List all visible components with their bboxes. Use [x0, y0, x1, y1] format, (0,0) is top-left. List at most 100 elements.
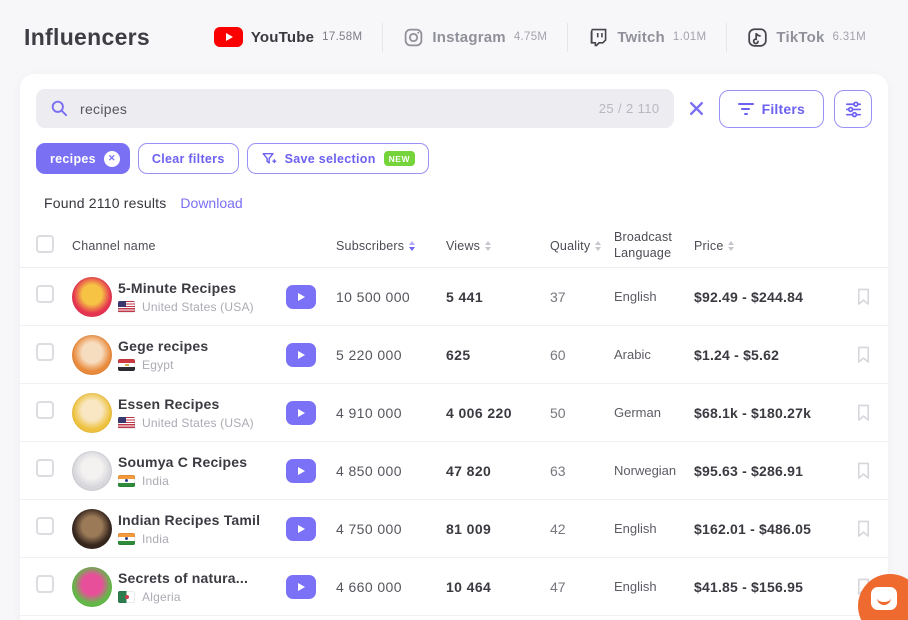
views-value: 625	[446, 347, 550, 363]
country-flag-icon	[118, 533, 135, 545]
channel-avatar[interactable]	[72, 567, 112, 607]
country-label: Algeria	[142, 590, 181, 604]
price-value: $68.1k - $180.27k	[694, 405, 840, 421]
row-checkbox[interactable]	[36, 575, 54, 593]
platform-tab-label: Instagram	[432, 29, 506, 46]
quality-value: 37	[550, 289, 614, 305]
subscribers-value: 5 220 000	[336, 347, 446, 363]
views-value: 81 009	[446, 521, 550, 537]
country-label: India	[142, 532, 169, 546]
header-channel-name: Channel name	[72, 239, 286, 253]
header-subscribers[interactable]: Subscribers	[336, 239, 446, 253]
remove-chip-icon[interactable]: ✕	[104, 151, 120, 167]
channel-avatar[interactable]	[72, 335, 112, 375]
quality-value: 42	[550, 521, 614, 537]
table-row: Secrets of natura... Algeria 4 660 000 1…	[20, 558, 888, 616]
search-query-text: recipes	[80, 101, 588, 117]
play-icon	[298, 409, 305, 417]
platform-tab-label: YouTube	[251, 29, 314, 46]
platform-tab-tiktok[interactable]: TikTok 6.31M	[726, 23, 886, 52]
row-checkbox[interactable]	[36, 401, 54, 419]
country-flag-icon	[118, 475, 135, 487]
open-channel-play-button[interactable]	[286, 575, 316, 599]
sort-icon-views	[485, 241, 491, 251]
language-value: English	[614, 289, 694, 304]
open-channel-play-button[interactable]	[286, 517, 316, 541]
table-row: Gege recipes Egypt 5 220 000 625 60 Arab…	[20, 326, 888, 384]
filter-chip-recipes[interactable]: recipes ✕	[36, 143, 130, 174]
platform-tab-label: TikTok	[776, 29, 824, 46]
subscribers-value: 10 500 000	[336, 289, 446, 305]
clear-search-button[interactable]	[684, 98, 709, 119]
country-flag-icon	[118, 301, 135, 313]
channel-name[interactable]: Soumya C Recipes	[118, 454, 278, 470]
bookmark-button[interactable]	[855, 287, 872, 306]
select-all-checkbox[interactable]	[36, 235, 54, 253]
country-flag-icon	[118, 591, 135, 603]
open-channel-play-button[interactable]	[286, 343, 316, 367]
platform-tabs: YouTube 17.58M Instagram 4.75M Twitch 1.…	[194, 23, 886, 52]
price-value: $162.01 - $486.05	[694, 521, 840, 537]
row-checkbox[interactable]	[36, 343, 54, 361]
views-value: 10 464	[446, 579, 550, 595]
bookmark-button[interactable]	[855, 519, 872, 538]
twitch-icon	[588, 27, 609, 48]
channel-avatar[interactable]	[72, 393, 112, 433]
channel-avatar[interactable]	[72, 509, 112, 549]
save-selection-button[interactable]: Save selection NEW	[247, 143, 429, 174]
header-price[interactable]: Price	[694, 239, 840, 253]
clear-filters-label: Clear filters	[152, 152, 225, 166]
channel-name[interactable]: Gege recipes	[118, 338, 278, 354]
active-filters-row: recipes ✕ Clear filters Save selection N…	[20, 128, 888, 187]
results-count: Found 2110 results	[44, 195, 166, 211]
sort-icon-quality	[595, 241, 601, 251]
content-card: recipes 25 / 2 110 Filters recipes ✕	[20, 74, 888, 620]
header-quality[interactable]: Quality	[550, 239, 614, 253]
platform-tab-instagram[interactable]: Instagram 4.75M	[382, 23, 567, 52]
channel-name[interactable]: Secrets of natura...	[118, 570, 278, 586]
language-value: Norwegian	[614, 463, 694, 478]
row-checkbox[interactable]	[36, 459, 54, 477]
language-value: English	[614, 579, 694, 594]
open-channel-play-button[interactable]	[286, 285, 316, 309]
open-channel-play-button[interactable]	[286, 459, 316, 483]
views-value: 4 006 220	[446, 405, 550, 421]
header-views[interactable]: Views	[446, 239, 550, 253]
advanced-filters-button[interactable]	[834, 90, 872, 128]
play-icon	[298, 525, 305, 533]
channel-avatar[interactable]	[72, 451, 112, 491]
price-value: $92.49 - $244.84	[694, 289, 840, 305]
quality-value: 63	[550, 463, 614, 479]
filters-button-label: Filters	[762, 101, 805, 117]
clear-filters-button[interactable]: Clear filters	[138, 143, 239, 174]
channel-name[interactable]: Indian Recipes Tamil	[118, 512, 278, 528]
channel-avatar[interactable]	[72, 277, 112, 317]
open-channel-play-button[interactable]	[286, 401, 316, 425]
search-icon	[50, 99, 69, 118]
views-value: 47 820	[446, 463, 550, 479]
platform-tab-youtube[interactable]: YouTube 17.58M	[194, 23, 383, 52]
price-value: $95.63 - $286.91	[694, 463, 840, 479]
country-label: Egypt	[142, 358, 174, 372]
country-label: United States (USA)	[142, 416, 254, 430]
platform-tab-count: 4.75M	[514, 31, 547, 43]
platform-tab-twitch[interactable]: Twitch 1.01M	[567, 23, 726, 52]
bookmark-button[interactable]	[855, 345, 872, 364]
row-checkbox[interactable]	[36, 517, 54, 535]
channel-name[interactable]: 5-Minute Recipes	[118, 280, 278, 296]
funnel-plus-icon	[261, 151, 277, 167]
bookmark-button[interactable]	[855, 461, 872, 480]
channel-name[interactable]: Essen Recipes	[118, 396, 278, 412]
price-value: $41.85 - $156.95	[694, 579, 840, 595]
subscribers-value: 4 660 000	[336, 579, 446, 595]
language-value: English	[614, 521, 694, 536]
bookmark-button[interactable]	[855, 403, 872, 422]
filters-button[interactable]: Filters	[719, 90, 824, 128]
quality-value: 60	[550, 347, 614, 363]
row-checkbox[interactable]	[36, 285, 54, 303]
search-input[interactable]: recipes 25 / 2 110	[36, 89, 674, 128]
instagram-icon	[403, 27, 424, 48]
views-value: 5 441	[446, 289, 550, 305]
subscribers-value: 4 850 000	[336, 463, 446, 479]
download-link[interactable]: Download	[180, 195, 242, 211]
